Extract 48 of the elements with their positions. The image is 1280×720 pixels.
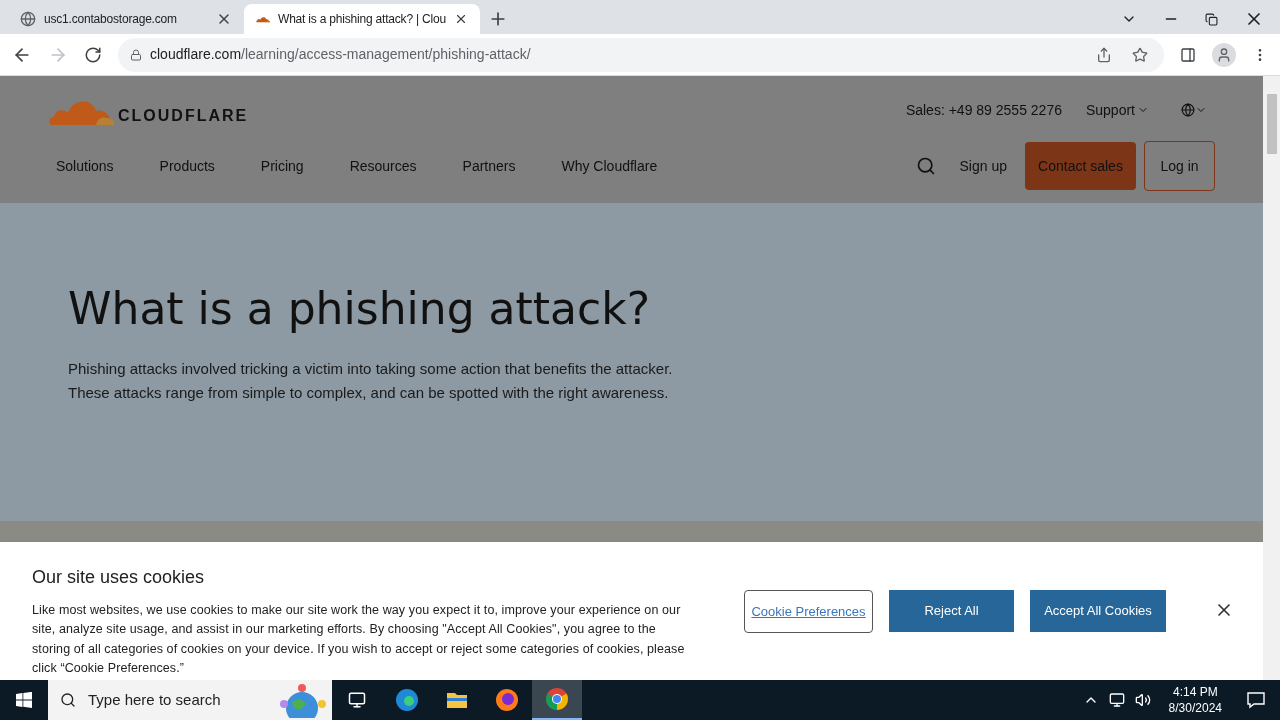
- bookmark-star-icon[interactable]: [1132, 46, 1148, 63]
- restore-icon[interactable]: [1205, 12, 1218, 26]
- nav-link[interactable]: Products: [159, 155, 215, 177]
- reload-icon[interactable]: [84, 45, 102, 64]
- cloud-logo-icon: [256, 15, 270, 23]
- sign-up-link[interactable]: Sign up: [959, 155, 1007, 177]
- search-icon[interactable]: [915, 156, 936, 176]
- volume-icon[interactable]: [1134, 692, 1151, 708]
- profile-avatar[interactable]: [1212, 42, 1236, 67]
- nav-link[interactable]: Resources: [349, 155, 417, 177]
- intro-paragraph: Phishing attacks involved tricking a victim into taking some action that benefits the attacker. These attacks range from simple to complex, and can be spotted with the right awareness.: [68, 359, 674, 403]
- windows-logo-icon: [16, 692, 32, 708]
- taskbar-search-field[interactable]: Type here to search: [48, 680, 332, 720]
- search-icon: [60, 692, 76, 708]
- address-bar[interactable]: cloudflare.com/learning/access-management/phishing-attack/: [118, 37, 1164, 72]
- accept-all-cookies-button[interactable]: Accept All Cookies: [1030, 590, 1166, 632]
- globe-icon: [1181, 103, 1195, 117]
- language-menu[interactable]: [1181, 103, 1207, 117]
- cookie-notice-text: Like most websites, we use cookies to make our site work the way you expect it to, improve your experience on our site, analyze site usage, and assist in our marketing efforts. By choosing "Accept All Cookies", you agree to the storing of all categories of cookies on your device. If you wish to accept or reject some categories of cookies, please click “Cookie Preferences.”: [32, 602, 686, 678]
- logo-wordmark[interactable]: CLOUDFLARE: [118, 104, 249, 128]
- page-heading: What is a phishing attack?: [68, 287, 651, 331]
- cookie-preferences-button[interactable]: Cookie Preferences: [744, 590, 873, 633]
- side-panel-icon[interactable]: [1180, 46, 1196, 63]
- tab-title: What is a phishing attack? | Clou: [278, 11, 446, 28]
- clock-time[interactable]: 4:14 PM: [1172, 684, 1218, 700]
- support-menu[interactable]: Support: [1085, 99, 1149, 121]
- nav-link[interactable]: Why Cloudflare: [561, 155, 658, 177]
- nav-link[interactable]: Pricing: [260, 155, 304, 177]
- browser-tab[interactable]: usc1.contabostorage.com: [8, 4, 244, 34]
- nav-link[interactable]: Solutions: [56, 155, 114, 177]
- globe-icon: [20, 11, 36, 27]
- tab-title: usc1.contabostorage.com: [44, 11, 178, 28]
- nav-link[interactable]: Partners: [462, 155, 516, 177]
- reject-all-button[interactable]: Reject All: [889, 590, 1014, 632]
- scrollbar[interactable]: [1263, 76, 1280, 680]
- firefox-icon[interactable]: [495, 688, 519, 712]
- clock-date[interactable]: 8/30/2024: [1168, 700, 1222, 716]
- chrome-taskbar-button[interactable]: [532, 680, 582, 720]
- cookie-banner-title: Our site uses cookies: [32, 566, 206, 589]
- share-icon[interactable]: [1096, 46, 1112, 63]
- sales-phone[interactable]: Sales: +49 89 2555 2276: [905, 99, 1062, 121]
- url-text: cloudflare.com/learning/access-management/phishing-attack/: [150, 45, 532, 64]
- edge-browser-icon[interactable]: [395, 688, 419, 712]
- notification-icon[interactable]: [1246, 690, 1266, 710]
- lock-icon: [130, 48, 142, 61]
- chrome-icon: [545, 687, 569, 711]
- browser-tab[interactable]: What is a phishing attack? | Clou: [244, 4, 480, 34]
- log-in-button[interactable]: Log in: [1144, 141, 1215, 191]
